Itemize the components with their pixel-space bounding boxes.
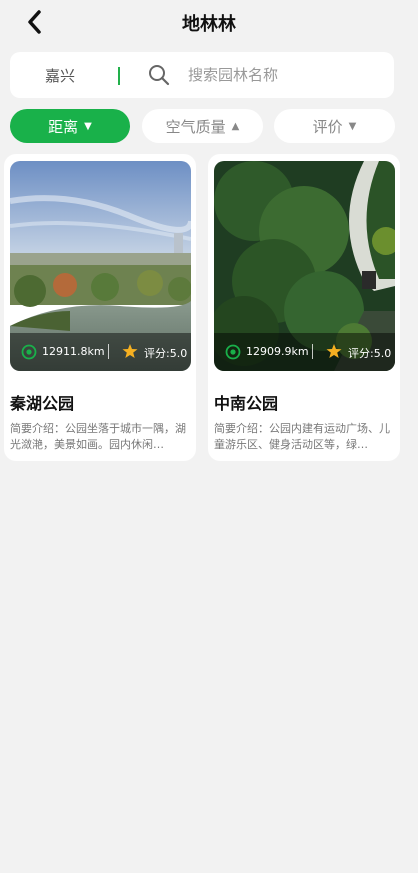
caret-down-icon: ▼ [84, 120, 92, 132]
park-intro: 简要介绍：公园坐落于城市一隅，湖光潋滟，美景如画。园内休闲… [10, 422, 186, 451]
stat-bar: 12909.9km 评分:5.0 [214, 333, 395, 371]
divider [312, 344, 313, 359]
divider [108, 344, 109, 359]
star-icon [122, 344, 138, 358]
star-icon [326, 344, 342, 358]
search-bar: 嘉兴 [10, 52, 394, 98]
park-name: 中南公园 [214, 394, 279, 413]
filter-distance[interactable]: 距离 ▼ [10, 109, 130, 143]
filter-label: 距离 [48, 117, 79, 136]
park-card[interactable]: 12909.9km 评分:5.0 中南公园 简要介绍：公园内建有运动广场、儿童游… [208, 154, 400, 461]
caret-down-icon: ▼ [348, 120, 357, 132]
stat-bar: 12911.8km 评分:5.0 [10, 333, 191, 371]
search-icon[interactable] [148, 64, 170, 86]
header: 地林林 [0, 0, 418, 44]
distance-text: 12909.9km [246, 345, 309, 358]
caret-up-icon: ▲ [231, 120, 240, 132]
park-photo: 12909.9km 评分:5.0 [214, 161, 395, 371]
location-icon [21, 344, 37, 360]
divider [118, 67, 120, 85]
location-icon [225, 344, 241, 360]
rating-text: 评分:5.0 [144, 347, 188, 360]
park-name: 秦湖公园 [10, 394, 75, 413]
page-title: 地林林 [182, 14, 236, 35]
distance-text: 12911.8km [42, 345, 105, 358]
rating-text: 评分:5.0 [348, 347, 392, 360]
filter-air-quality[interactable]: 空气质量 ▲ [142, 109, 263, 143]
filter-label: 评价 [312, 117, 343, 136]
city-selector[interactable]: 嘉兴 [45, 65, 75, 86]
filter-label: 空气质量 [165, 117, 226, 136]
park-intro: 简要介绍：公园内建有运动广场、儿童游乐区、健身活动区等，绿… [214, 422, 390, 451]
park-photo: 12911.8km 评分:5.0 [10, 161, 191, 371]
park-card[interactable]: 12911.8km 评分:5.0 秦湖公园 简要介绍：公园坐落于城市一隅，湖光潋… [4, 154, 196, 461]
filter-rating[interactable]: 评价 ▼ [274, 109, 395, 143]
search-input[interactable] [188, 60, 384, 90]
